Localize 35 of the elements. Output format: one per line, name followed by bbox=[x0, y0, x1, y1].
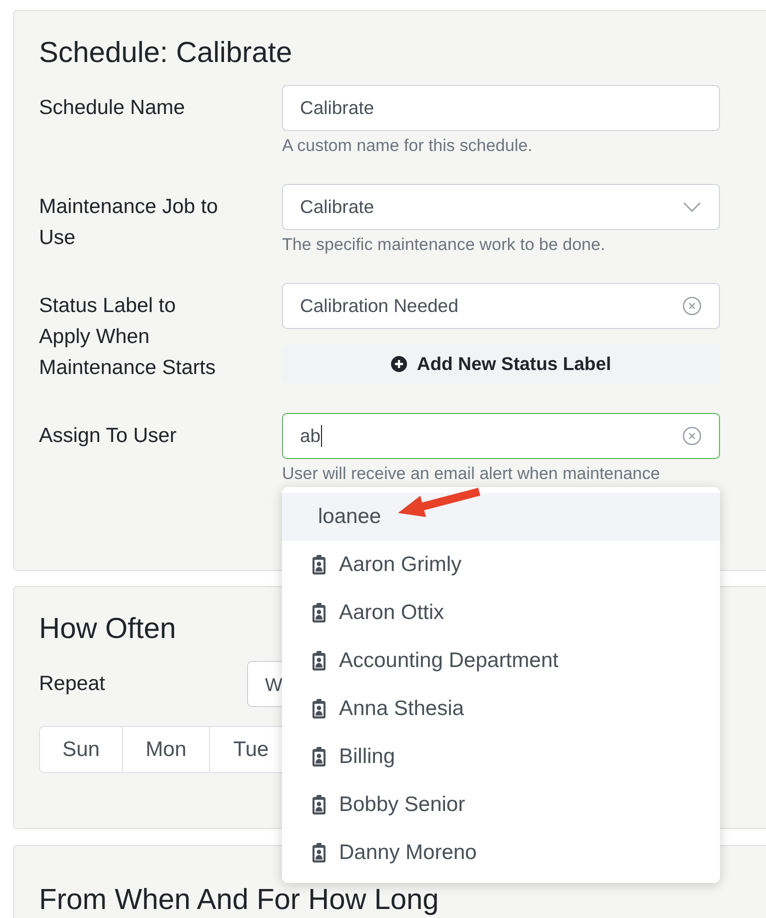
day-button[interactable]: Mon bbox=[122, 726, 210, 773]
chevron-down-icon bbox=[682, 201, 702, 213]
help-text: A custom name for this schedule. bbox=[282, 137, 534, 155]
day-button[interactable]: Sun bbox=[39, 726, 123, 773]
dropdown-option[interactable]: Aaron Ottix bbox=[282, 589, 720, 637]
help-text: The specific maintenance work to be done. bbox=[282, 236, 606, 254]
clear-icon bbox=[682, 426, 702, 446]
dropdown-option[interactable]: Aaron Grimly bbox=[282, 541, 720, 589]
clear-icon bbox=[682, 296, 702, 316]
plus-circle-icon bbox=[390, 356, 407, 372]
dropdown-option[interactable]: loanee bbox=[282, 493, 720, 541]
field-label: Repeat bbox=[39, 672, 106, 696]
select-field[interactable]: Calibrate bbox=[282, 184, 720, 230]
input-field[interactable]: Calibration Needed bbox=[282, 283, 720, 329]
field-label: Maintenance Job to Use bbox=[39, 194, 219, 251]
id-badge-icon bbox=[312, 651, 326, 671]
input-field[interactable]: ab bbox=[282, 413, 720, 459]
id-badge-icon bbox=[312, 603, 326, 623]
help-text: User will receive an email alert when maintenance bbox=[282, 465, 661, 483]
input-field[interactable]: Calibrate bbox=[282, 85, 720, 131]
section-title: From When And For How Long bbox=[39, 885, 439, 915]
id-badge-icon bbox=[312, 555, 326, 575]
field-label: Schedule Name bbox=[39, 95, 186, 121]
field-label: Status Label to Apply When Maintenance Starts bbox=[39, 293, 217, 381]
dropdown-option[interactable]: Danny Moreno bbox=[282, 829, 720, 877]
id-badge-icon bbox=[312, 843, 326, 863]
text-cursor bbox=[320, 425, 322, 447]
dropdown-option[interactable]: Accounting Department bbox=[282, 637, 720, 685]
id-badge-icon bbox=[312, 795, 326, 815]
field-label: Assign To User bbox=[39, 423, 178, 449]
section-title: How Often bbox=[39, 613, 176, 645]
dropdown-option[interactable]: Bobby Senior bbox=[282, 781, 720, 829]
id-badge-icon bbox=[312, 747, 326, 767]
id-badge-icon bbox=[312, 699, 326, 719]
section-title: Schedule: Calibrate bbox=[39, 37, 292, 69]
